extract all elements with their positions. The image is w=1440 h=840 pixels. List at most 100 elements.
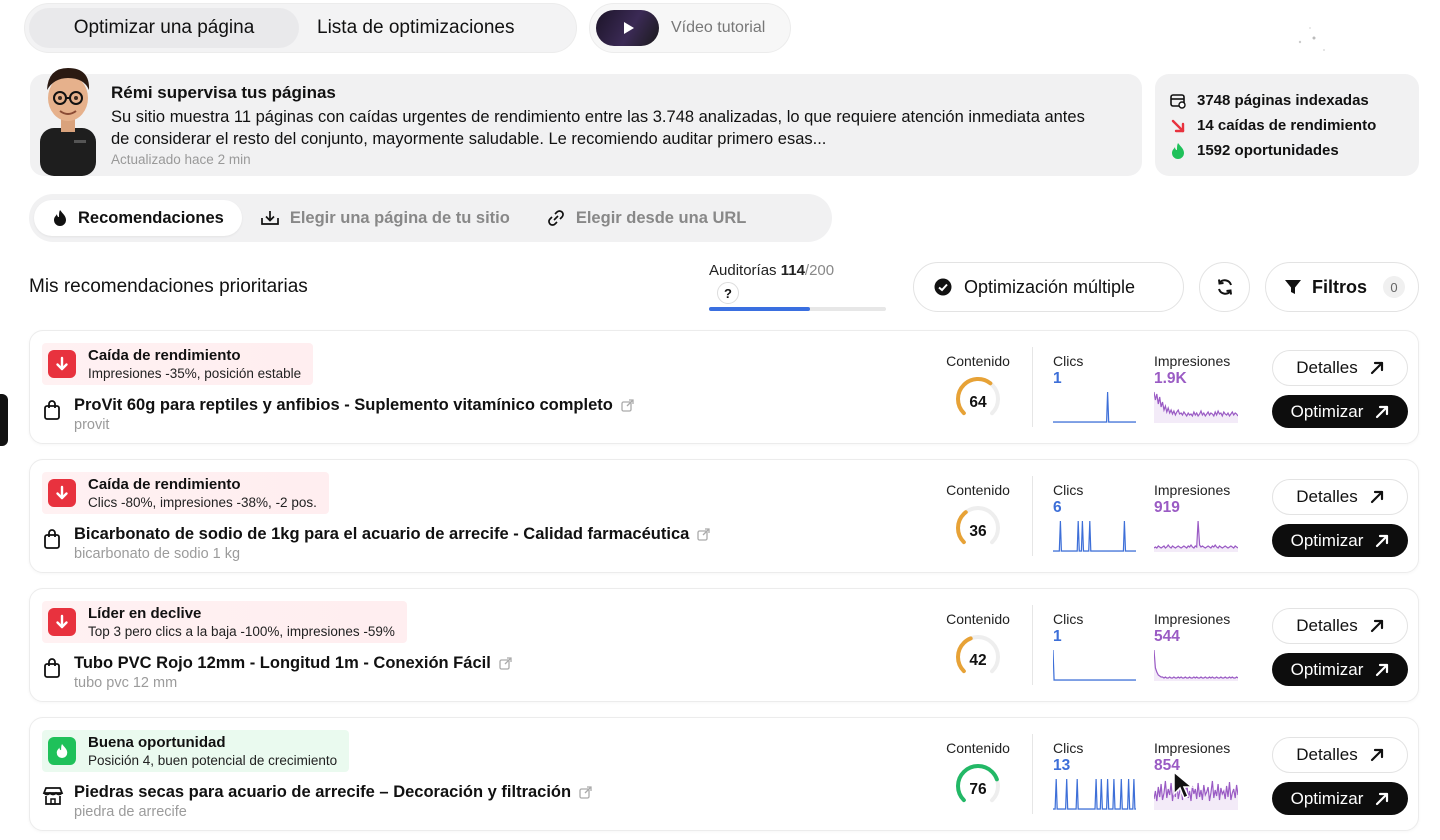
details-button[interactable]: Detalles — [1272, 737, 1408, 773]
external-link-icon[interactable] — [579, 786, 592, 799]
clicks-value: 13 — [1053, 757, 1071, 774]
flame-icon — [56, 744, 68, 758]
external-link-icon[interactable] — [697, 528, 710, 541]
clicks-label: Clics — [1053, 353, 1084, 369]
optimize-button[interactable]: Optimizar — [1272, 782, 1408, 815]
audits-counter: Auditorías 114/200 ? — [709, 262, 886, 311]
external-link-icon[interactable] — [621, 399, 634, 412]
top-tabs: Optimizar una página Lista de optimizaci… — [24, 3, 577, 53]
status-tag-title: Buena oportunidad — [88, 734, 226, 751]
page-keyword: provit — [74, 417, 110, 433]
status-tag: Buena oportunidad Posición 4, buen potenc… — [42, 730, 350, 772]
status-tag: Caída de rendimiento Impresiones -35%, po… — [42, 343, 314, 385]
tab-choose-url[interactable]: Elegir desde una URL — [528, 200, 765, 236]
tab-recommendations[interactable]: Recomendaciones — [34, 200, 242, 236]
external-link-icon[interactable] — [499, 657, 512, 670]
optimize-button[interactable]: Optimizar — [1272, 524, 1408, 557]
page-title-link[interactable]: ProVit 60g para reptiles y anfibios - Su… — [74, 396, 634, 415]
content-score-value: 36 — [969, 523, 987, 540]
audits-progress-bar — [709, 307, 886, 311]
content-label: Contenido — [946, 740, 1010, 756]
details-button[interactable]: Detalles — [1272, 479, 1408, 515]
multiple-optimization-label: Optimización múltiple — [964, 276, 1136, 297]
impressions-sparkline-area — [1154, 650, 1238, 681]
page-title-link[interactable]: Piedras secas para acuario de arrecife –… — [74, 783, 592, 802]
clicks-label: Clics — [1053, 482, 1084, 498]
details-button[interactable]: Detalles — [1272, 608, 1408, 644]
page-type-icon — [42, 399, 62, 426]
content-score-value: 76 — [969, 781, 987, 798]
status-tag-description: Impresiones -35%, posición estable — [88, 366, 302, 381]
impressions-label: Impresiones — [1154, 353, 1231, 369]
status-tag: Caída de rendimiento Clics -80%, impresio… — [42, 472, 329, 514]
status-tag-title: Caída de rendimiento — [88, 476, 241, 493]
stat-indexed-pages: 3748 páginas indexadas — [1169, 88, 1405, 113]
impressions-sparkline-line — [1154, 778, 1238, 802]
clicks-column: Clics 13 — [1053, 740, 1137, 810]
impressions-label: Impresiones — [1154, 740, 1231, 756]
page-title: Tubo PVC Rojo 12mm - Longitud 1m - Conex… — [74, 654, 491, 672]
content-score-column: Contenido 76 — [935, 740, 1021, 810]
status-tag-icon — [48, 737, 76, 765]
page-type-icon — [42, 786, 64, 811]
impressions-column: Impresiones 544 — [1154, 611, 1254, 681]
loading-dots-decoration — [1298, 27, 1325, 51]
column-divider — [1032, 734, 1033, 814]
filter-funnel-icon — [1285, 280, 1301, 294]
clicks-sparkline-area — [1053, 392, 1136, 423]
indexed-pages-icon — [1170, 93, 1186, 109]
impressions-column: Impresiones 1.9K — [1154, 353, 1254, 423]
optimize-button[interactable]: Optimizar — [1272, 653, 1408, 686]
tab-optimize-page[interactable]: Optimizar una página — [29, 8, 299, 48]
impressions-sparkline-line — [1154, 520, 1238, 549]
check-circle-icon — [934, 278, 952, 296]
content-gauge: 64 — [954, 375, 1002, 423]
audits-progress-fill — [709, 307, 810, 311]
refresh-button[interactable] — [1199, 262, 1250, 312]
clicks-value: 6 — [1053, 499, 1062, 516]
details-label: Detalles — [1296, 487, 1358, 506]
arrow-down-icon — [56, 614, 68, 629]
impressions-value: 544 — [1154, 628, 1180, 645]
optimize-button[interactable]: Optimizar — [1272, 395, 1408, 428]
remi-title: Rémi supervisa tus páginas — [111, 83, 336, 102]
impressions-sparkline-line — [1154, 649, 1238, 679]
video-tutorial-button[interactable]: Vídeo tutorial — [589, 3, 791, 53]
arrow-up-right-icon — [1376, 534, 1389, 547]
optimize-label: Optimizar — [1290, 401, 1364, 421]
download-tray-icon — [260, 211, 279, 225]
impressions-value: 1.9K — [1154, 370, 1187, 387]
flame-icon — [1172, 142, 1184, 159]
page-title: Bicarbonato de sodio de 1kg para el acua… — [74, 525, 690, 543]
details-button[interactable]: Detalles — [1272, 350, 1408, 386]
content-gauge: 42 — [954, 633, 1002, 681]
tab-optimization-list[interactable]: Lista de optimizaciones — [299, 8, 533, 48]
priority-recommendations-title: Mis recomendaciones prioritarias — [29, 276, 308, 297]
arrow-up-right-icon — [1376, 792, 1389, 805]
tab-choose-site-page[interactable]: Elegir una página de tu sitio — [242, 200, 528, 236]
shopping-bag-icon — [44, 658, 60, 678]
sidebar-collapse-handle[interactable] — [0, 394, 8, 446]
page-type-icon — [42, 528, 62, 555]
page-title-link[interactable]: Tubo PVC Rojo 12mm - Longitud 1m - Conex… — [74, 654, 512, 673]
audits-label-text: Auditorías — [709, 262, 777, 279]
arrow-up-right-icon — [1370, 490, 1383, 504]
multiple-optimization-button[interactable]: Optimización múltiple — [913, 262, 1184, 312]
arrow-up-right-icon — [1370, 361, 1383, 375]
tab-recommendations-label: Recomendaciones — [78, 208, 224, 227]
status-tag-description: Clics -80%, impresiones -38%, -2 pos. — [88, 495, 317, 510]
content-score-value: 64 — [969, 394, 987, 411]
content-label: Contenido — [946, 611, 1010, 627]
page-keyword: bicarbonato de sodio 1 kg — [74, 546, 241, 562]
filters-count-badge: 0 — [1383, 276, 1406, 298]
arrow-up-right-icon — [1370, 748, 1383, 762]
filters-button[interactable]: Filtros 0 — [1265, 262, 1419, 312]
status-tag-title: Líder en declive — [88, 605, 202, 622]
mouse-cursor-icon — [1173, 770, 1194, 800]
impressions-sparkline-line — [1154, 391, 1238, 418]
filters-label: Filtros — [1312, 276, 1368, 297]
page-title-link[interactable]: Bicarbonato de sodio de 1kg para el acua… — [74, 525, 710, 544]
details-label: Detalles — [1296, 616, 1358, 635]
page-title: Piedras secas para acuario de arrecife –… — [74, 783, 572, 801]
audits-help-button[interactable]: ? — [717, 282, 739, 304]
